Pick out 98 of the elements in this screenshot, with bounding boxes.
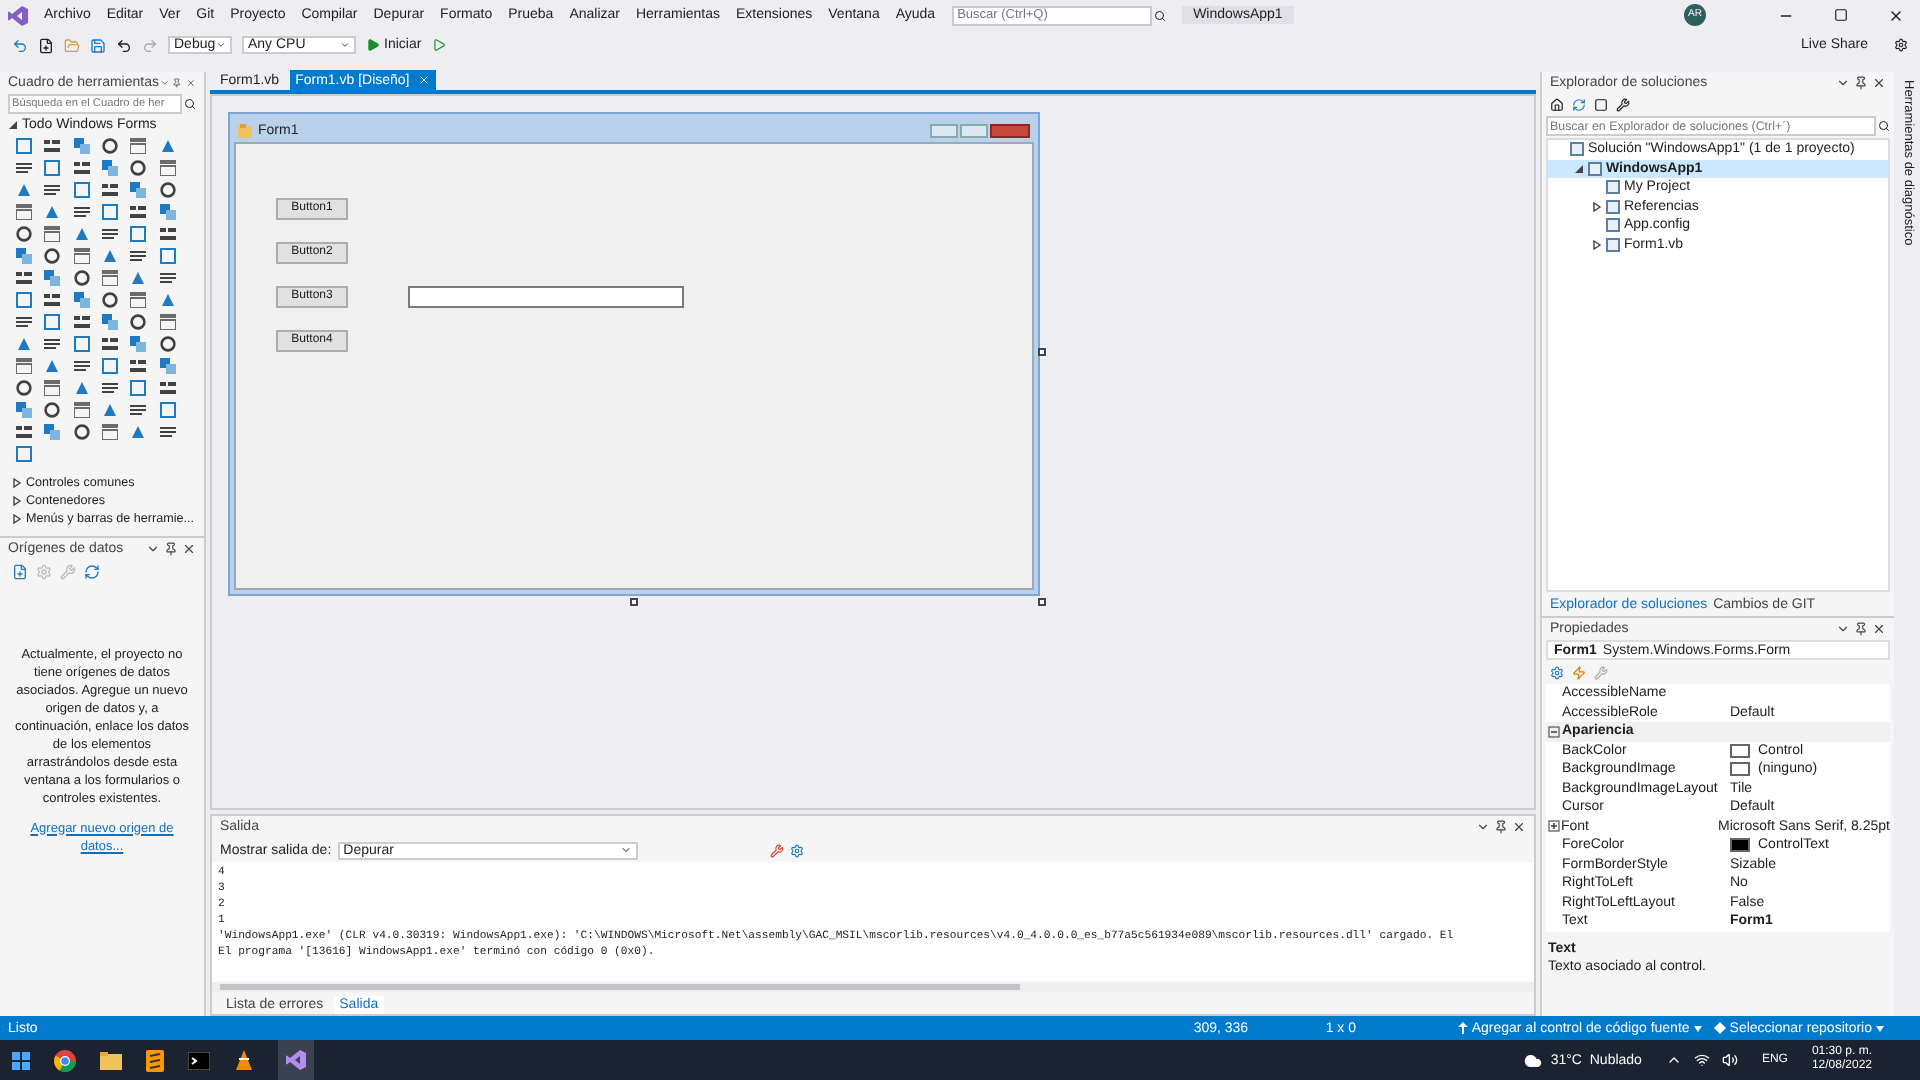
- control-icon[interactable]: [16, 204, 32, 220]
- control-icon[interactable]: [44, 380, 61, 396]
- resize-handle[interactable]: [1038, 348, 1046, 356]
- caret-icon[interactable]: [1876, 1025, 1884, 1031]
- dropdown-icon[interactable]: [1836, 76, 1850, 90]
- expanded-icon[interactable]: [1574, 163, 1584, 174]
- close-icon[interactable]: [1872, 76, 1886, 90]
- back-icon[interactable]: [12, 37, 28, 53]
- new-file-icon[interactable]: [38, 37, 54, 53]
- control-icon[interactable]: [101, 336, 118, 352]
- chevron-down-icon[interactable]: [216, 40, 226, 50]
- control-icon[interactable]: [101, 424, 118, 440]
- expand-icon[interactable]: [1547, 820, 1560, 833]
- collapsed-icon[interactable]: [1592, 201, 1602, 212]
- control-icon[interactable]: [130, 358, 147, 374]
- chevron-down-icon[interactable]: [340, 40, 350, 50]
- windows-icon[interactable]: [12, 1051, 30, 1069]
- control-icon[interactable]: [16, 270, 32, 286]
- control-icon[interactable]: [73, 402, 90, 418]
- pin-icon[interactable]: [164, 542, 178, 556]
- control-icon[interactable]: [159, 160, 176, 176]
- save-icon[interactable]: [90, 37, 106, 53]
- wifi-icon[interactable]: [1693, 1052, 1710, 1068]
- play-icon[interactable]: [366, 38, 380, 52]
- control-icon[interactable]: [130, 292, 147, 308]
- browser-icon[interactable]: [54, 1049, 76, 1071]
- control-icon[interactable]: [159, 226, 176, 242]
- wrench-icon[interactable]: [1616, 98, 1630, 112]
- pin-icon[interactable]: [172, 76, 183, 90]
- scrollbar-thumb[interactable]: [220, 984, 1020, 990]
- control-icon[interactable]: [73, 358, 90, 374]
- control-icon[interactable]: [130, 204, 147, 220]
- control-icon[interactable]: [44, 138, 61, 154]
- logo-icon[interactable]: [8, 5, 28, 25]
- control-icon[interactable]: [130, 402, 147, 418]
- close-icon[interactable]: [182, 542, 196, 556]
- control-icon[interactable]: [73, 160, 90, 176]
- folder-icon[interactable]: [100, 1051, 122, 1069]
- refresh-icon[interactable]: [84, 564, 100, 580]
- control-icon[interactable]: [101, 270, 118, 286]
- play-icon[interactable]: [431, 38, 446, 52]
- control-icon[interactable]: [101, 182, 118, 198]
- control-icon[interactable]: [44, 226, 61, 242]
- control-icon[interactable]: [101, 380, 118, 396]
- search-icon[interactable]: [184, 98, 196, 110]
- gear-icon[interactable]: [789, 843, 804, 857]
- diamond-icon[interactable]: [1713, 1022, 1726, 1034]
- close-button[interactable]: [990, 123, 1030, 137]
- control-icon[interactable]: [130, 138, 147, 154]
- caret-icon[interactable]: [1693, 1025, 1702, 1031]
- control-icon[interactable]: [159, 424, 176, 440]
- search-icon[interactable]: [1153, 9, 1166, 21]
- events-icon[interactable]: [1572, 665, 1586, 679]
- resize-handle[interactable]: [630, 598, 638, 606]
- control-icon[interactable]: [130, 248, 147, 264]
- close-icon[interactable]: [1512, 820, 1526, 834]
- control-icon[interactable]: [16, 358, 32, 374]
- control-icon[interactable]: [44, 182, 61, 198]
- maximize-icon[interactable]: [1834, 8, 1848, 22]
- search-icon[interactable]: [1878, 120, 1890, 132]
- cone-icon[interactable]: [234, 1049, 254, 1071]
- close-icon[interactable]: [1888, 7, 1904, 23]
- add-data-source-icon[interactable]: [12, 564, 28, 580]
- control-icon[interactable]: [73, 204, 90, 220]
- arrow-up-icon[interactable]: [1457, 1022, 1468, 1034]
- text-box[interactable]: [408, 286, 684, 308]
- control-icon[interactable]: [44, 292, 61, 308]
- pin-icon[interactable]: [1854, 76, 1868, 90]
- control-icon[interactable]: [73, 248, 90, 264]
- control-icon[interactable]: [159, 314, 176, 330]
- chevron-down-icon[interactable]: [619, 844, 632, 856]
- dropdown-icon[interactable]: [146, 542, 160, 556]
- pin-icon[interactable]: [1494, 820, 1508, 834]
- control-icon[interactable]: [101, 226, 118, 242]
- close-icon[interactable]: [1872, 622, 1886, 636]
- terminal-icon[interactable]: [188, 1051, 210, 1069]
- control-icon[interactable]: [16, 424, 32, 440]
- chevron-up-icon[interactable]: [1665, 1052, 1682, 1068]
- control-icon[interactable]: [44, 336, 61, 352]
- resize-handle[interactable]: [1038, 598, 1046, 606]
- collapsed-icon[interactable]: [1592, 239, 1602, 250]
- form-icon: [238, 123, 252, 137]
- dropdown-icon[interactable]: [1476, 820, 1490, 834]
- control-icon[interactable]: [159, 380, 176, 396]
- dropdown-icon[interactable]: [1836, 622, 1850, 636]
- undo-icon[interactable]: [116, 37, 132, 53]
- editor-icon[interactable]: [146, 1049, 164, 1071]
- volume-icon[interactable]: [1721, 1052, 1738, 1068]
- logo-icon[interactable]: [286, 1050, 306, 1070]
- expanded-icon[interactable]: [8, 120, 18, 130]
- pin-icon[interactable]: [1854, 622, 1868, 636]
- control-icon[interactable]: [159, 270, 176, 286]
- control-icon[interactable]: [16, 160, 32, 176]
- cloud-icon[interactable]: [1524, 1051, 1543, 1069]
- home-icon[interactable]: [1550, 98, 1564, 112]
- refresh-icon[interactable]: [1572, 98, 1586, 112]
- control-icon[interactable]: [16, 314, 32, 330]
- control-icon[interactable]: [73, 314, 90, 330]
